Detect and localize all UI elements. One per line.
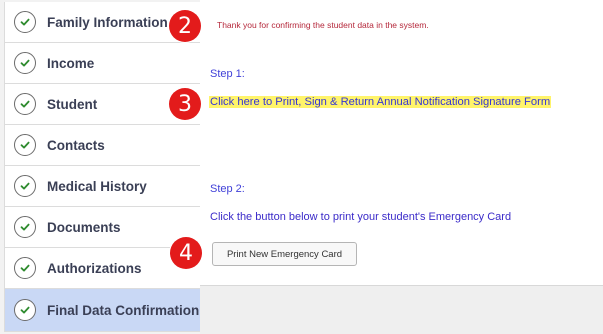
sidebar-item-label: Student [47, 96, 98, 112]
check-circle-icon [14, 93, 36, 115]
sidebar-item-label: Authorizations [47, 260, 142, 276]
check-circle-icon [14, 11, 36, 33]
sidebar-item-label: Contacts [47, 137, 105, 153]
sidebar-item-label: Medical History [47, 178, 147, 194]
sidebar-item-label: Family Information [47, 14, 168, 30]
callout-badge-4: 4 [170, 237, 202, 269]
step-2-label: Step 2: [210, 183, 245, 195]
print-emergency-card-button[interactable]: Print New Emergency Card [212, 242, 357, 266]
check-circle-icon [14, 134, 36, 156]
check-circle-icon [14, 216, 36, 238]
callout-badge-3: 3 [169, 88, 201, 120]
sidebar-item-contacts[interactable]: Contacts [4, 125, 200, 166]
sidebar-item-documents[interactable]: Documents [4, 207, 200, 248]
confirmation-message: Thank you for confirming the student dat… [217, 20, 429, 30]
sidebar: Family Information Income Student Contac… [0, 0, 200, 334]
step-1-label: Step 1: [210, 68, 245, 80]
check-circle-icon [14, 299, 36, 321]
check-circle-icon [14, 257, 36, 279]
check-circle-icon [14, 175, 36, 197]
callout-badge-2: 2 [169, 10, 201, 42]
content-footer-area [200, 285, 603, 334]
sidebar-item-label: Income [47, 55, 95, 71]
check-circle-icon [14, 52, 36, 74]
sidebar-item-final-data-confirmation[interactable]: Final Data Confirmation [4, 289, 200, 332]
sidebar-item-medical-history[interactable]: Medical History [4, 166, 200, 207]
emergency-card-instruction: Click the button below to print your stu… [210, 211, 512, 223]
sidebar-item-income[interactable]: Income [4, 43, 200, 84]
sidebar-item-label: Final Data Confirmation [47, 302, 200, 318]
page: Family Information Income Student Contac… [0, 0, 603, 334]
sidebar-item-label: Documents [47, 219, 121, 235]
signature-form-link[interactable]: Click here to Print, Sign & Return Annua… [209, 96, 552, 108]
